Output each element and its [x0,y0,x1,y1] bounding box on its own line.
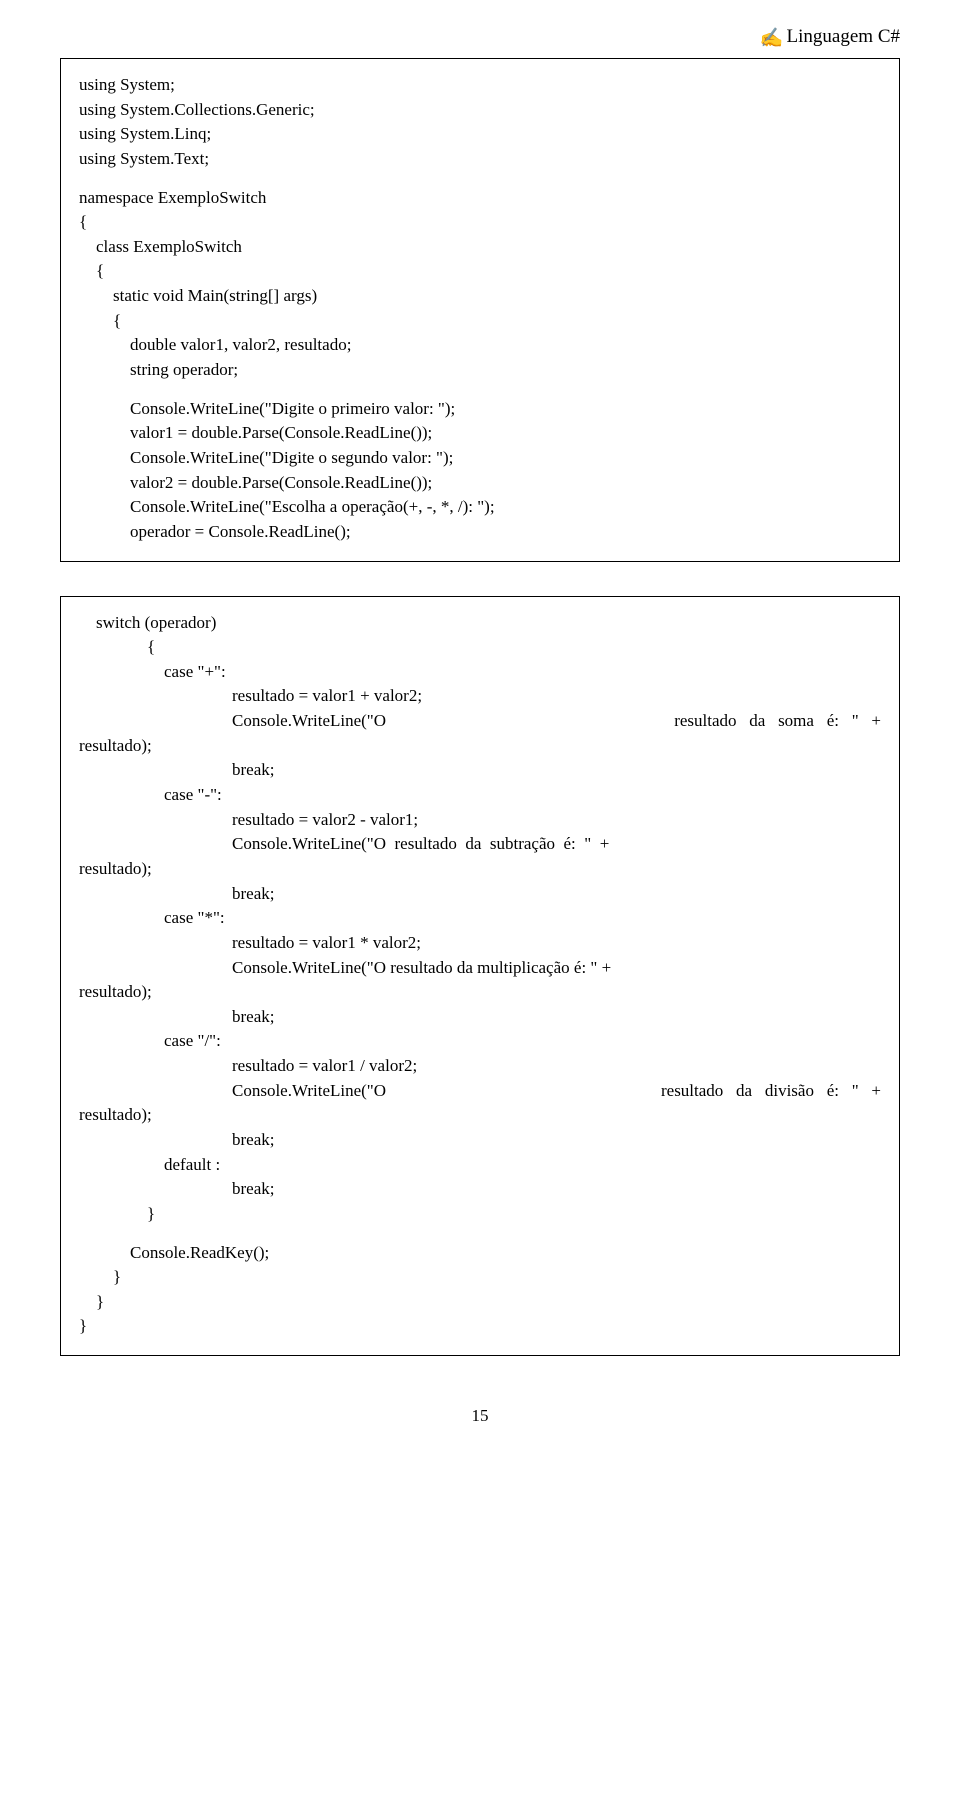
code-line: { [79,259,881,284]
code-line: resultado = valor1 * valor2; [79,931,881,956]
code-line: } [79,1290,881,1315]
pen-icon: ✍ [760,26,784,50]
blank-line [79,172,881,186]
code-line: { [79,309,881,334]
code-line: } [79,1202,881,1227]
code-line: using System.Text; [79,147,881,172]
code-line: default : [79,1153,881,1178]
page-header: ✍Linguagem C# [60,0,900,54]
code-line: break; [79,758,881,783]
code-line: resultado); [79,857,881,882]
code-line: string operador; [79,358,881,383]
code-line: case "+": [79,660,881,685]
code-line: Console.WriteLine("O resultado da subtra… [79,832,881,857]
code-line: resultado = valor1 + valor2; [79,684,881,709]
blank-line [79,1227,881,1241]
code-line: using System; [79,73,881,98]
code-line: Console.WriteLine("O resultado da multip… [79,956,881,981]
code-line: using System.Collections.Generic; [79,98,881,123]
code-line: class ExemploSwitch [79,235,881,260]
code-line: using System.Linq; [79,122,881,147]
code-line: resultado); [79,734,881,759]
code-line: resultado = valor2 - valor1; [79,808,881,833]
code-line: Console.WriteLine("Escolha a operação(+,… [79,495,881,520]
code-line: switch (operador) [79,611,881,636]
page: ✍Linguagem C# using System; using System… [0,0,960,1456]
code-line: valor2 = double.Parse(Console.ReadLine()… [79,471,881,496]
code-line: break; [79,1128,881,1153]
code-block-1: using System; using System.Collections.G… [60,58,900,562]
code-line: resultado = valor1 / valor2; [79,1054,881,1079]
code-line: namespace ExemploSwitch [79,186,881,211]
header-title: Linguagem C# [787,26,900,47]
code-line: } [79,1265,881,1290]
page-number: 15 [60,1406,900,1426]
code-line: Console.WriteLine("Digite o segundo valo… [79,446,881,471]
blank-line [79,383,881,397]
code-line: case "/": [79,1029,881,1054]
code-line: Console.WriteLine("Oresultado da soma é:… [79,709,881,734]
code-line: break; [79,1005,881,1030]
code-line: } [79,1314,881,1339]
code-line: static void Main(string[] args) [79,284,881,309]
code-line: break; [79,1177,881,1202]
code-line: Console.ReadKey(); [79,1241,881,1266]
code-line: valor1 = double.Parse(Console.ReadLine()… [79,421,881,446]
code-line: Console.WriteLine("Digite o primeiro val… [79,397,881,422]
code-line: double valor1, valor2, resultado; [79,333,881,358]
code-line: { [79,635,881,660]
code-line: { [79,210,881,235]
code-line: resultado); [79,1103,881,1128]
code-line: case "*": [79,906,881,931]
code-line: Console.WriteLine("Oresultado da divisão… [79,1079,881,1104]
code-line: operador = Console.ReadLine(); [79,520,881,545]
code-block-2: switch (operador) { case "+": resultado … [60,596,900,1357]
code-line: resultado); [79,980,881,1005]
code-line: case "-": [79,783,881,808]
code-line: break; [79,882,881,907]
